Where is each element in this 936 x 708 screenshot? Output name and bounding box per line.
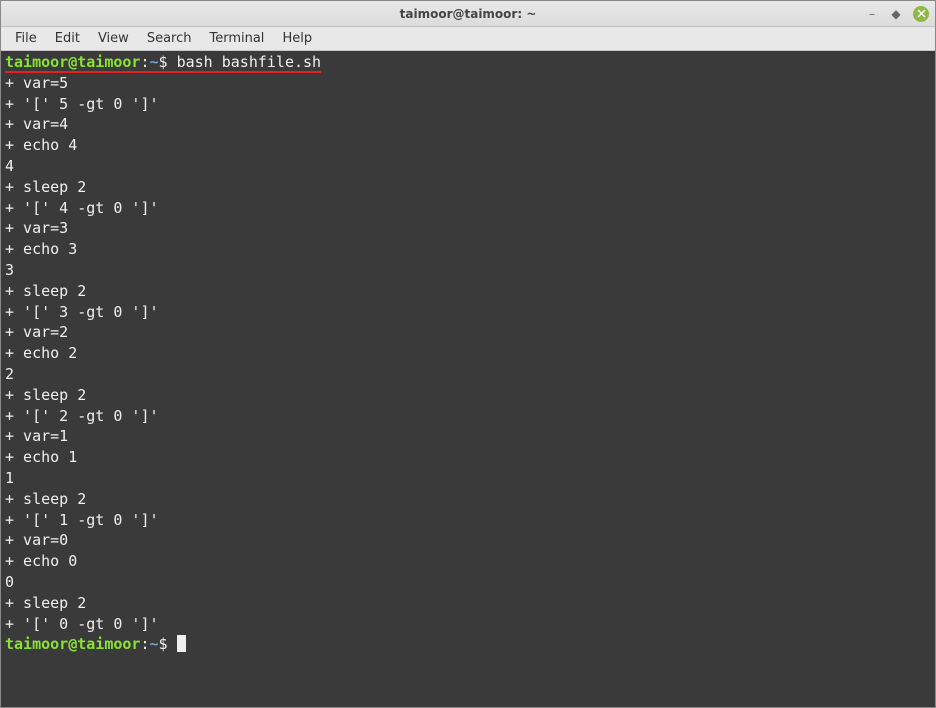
terminal-output-line: + var=4 <box>5 114 931 135</box>
menu-help[interactable]: Help <box>274 29 320 48</box>
terminal-output-line: 2 <box>5 364 931 385</box>
terminal-output-line: + sleep 2 <box>5 281 931 302</box>
window-title: taimoor@taimoor: ~ <box>400 7 537 21</box>
terminal-output-line: + var=2 <box>5 322 931 343</box>
menubar: File Edit View Search Terminal Help <box>1 27 935 51</box>
prompt-path: ~ <box>150 635 159 653</box>
terminal-output-line: + sleep 2 <box>5 593 931 614</box>
terminal-output-line: 1 <box>5 468 931 489</box>
terminal-output-line: + echo 1 <box>5 447 931 468</box>
prompt-separator: : <box>140 635 149 653</box>
prompt-symbol: $ <box>159 53 177 71</box>
terminal-output-line: + sleep 2 <box>5 385 931 406</box>
menu-file[interactable]: File <box>7 29 45 48</box>
minimize-button[interactable]: – <box>865 7 879 21</box>
terminal-line: taimoor@taimoor:~$ <box>5 634 931 655</box>
prompt-separator: : <box>140 53 149 71</box>
terminal-output-line: + echo 4 <box>5 135 931 156</box>
menu-view[interactable]: View <box>90 29 137 48</box>
terminal-output-line: + '[' 5 -gt 0 ']' <box>5 94 931 115</box>
terminal-output-line: + echo 3 <box>5 239 931 260</box>
terminal-output-line: + var=0 <box>5 530 931 551</box>
terminal-output-line: + sleep 2 <box>5 177 931 198</box>
terminal-output-line: + sleep 2 <box>5 489 931 510</box>
terminal-output-line: + '[' 3 -gt 0 ']' <box>5 302 931 323</box>
prompt-path: ~ <box>150 53 159 71</box>
prompt-symbol: $ <box>159 635 177 653</box>
menu-terminal[interactable]: Terminal <box>201 29 272 48</box>
menu-search[interactable]: Search <box>139 29 200 48</box>
terminal-output-line: + var=3 <box>5 218 931 239</box>
terminal-output-line: + '[' 2 -gt 0 ']' <box>5 406 931 427</box>
terminal-output-line: 3 <box>5 260 931 281</box>
terminal-cursor <box>177 635 186 652</box>
terminal-output-line: + var=5 <box>5 73 931 94</box>
terminal-output-line: + '[' 0 -gt 0 ']' <box>5 614 931 635</box>
prompt-user-host: taimoor@taimoor <box>5 635 140 653</box>
menu-edit[interactable]: Edit <box>47 29 88 48</box>
titlebar: taimoor@taimoor: ~ – ◆ <box>1 1 935 27</box>
terminal-output-line: + '[' 4 -gt 0 ']' <box>5 198 931 219</box>
terminal-output-line: + echo 2 <box>5 343 931 364</box>
terminal-output-line: 4 <box>5 156 931 177</box>
terminal-output-line: 0 <box>5 572 931 593</box>
close-button[interactable] <box>913 6 929 22</box>
terminal-area[interactable]: taimoor@taimoor:~$ bash bashfile.sh+ var… <box>1 51 935 707</box>
entered-command: bash bashfile.sh <box>177 53 322 71</box>
terminal-output-line: + echo 0 <box>5 551 931 572</box>
terminal-output-line: + var=1 <box>5 426 931 447</box>
window-controls: – ◆ <box>865 6 929 22</box>
prompt-user-host: taimoor@taimoor <box>5 53 140 71</box>
terminal-output-line: + '[' 1 -gt 0 ']' <box>5 510 931 531</box>
maximize-button[interactable]: ◆ <box>889 7 903 21</box>
terminal-line: taimoor@taimoor:~$ bash bashfile.sh <box>5 52 931 73</box>
